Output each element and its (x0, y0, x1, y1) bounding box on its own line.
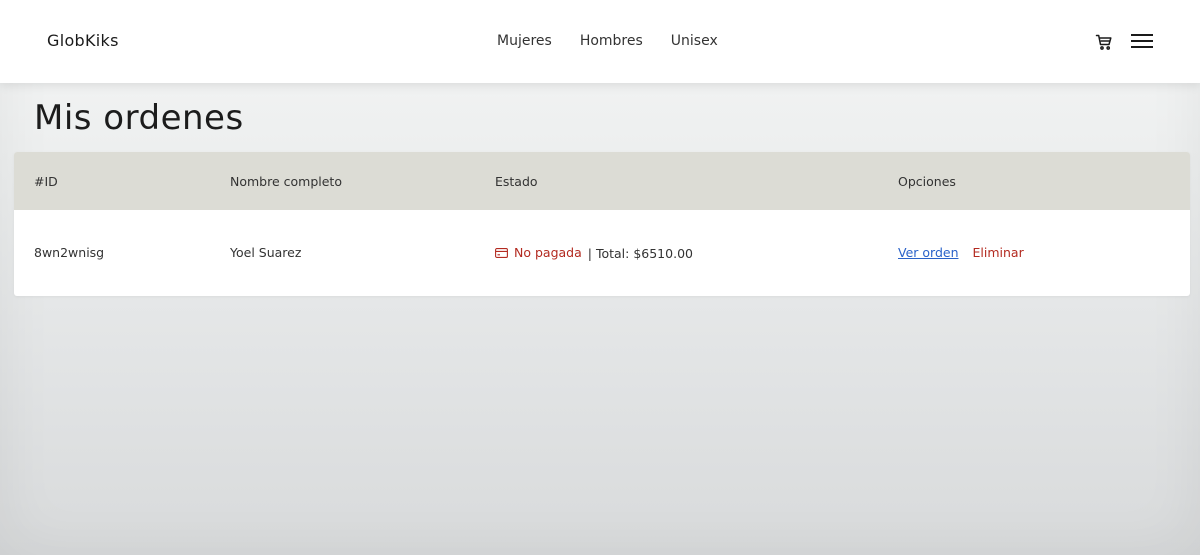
order-total: | Total: $6510.00 (587, 245, 693, 261)
order-customer-name: Yoel Suarez (230, 245, 302, 260)
view-order-link[interactable]: Ver orden (898, 245, 959, 260)
table-row: 8wn2wnisg Yoel Suarez No pagada | Total:… (14, 210, 1190, 296)
credit-card-icon (495, 247, 508, 258)
main-nav: Mujeres Hombres Unisex (497, 33, 718, 49)
top-navbar: GlobKiks Mujeres Hombres Unisex (0, 0, 1200, 83)
order-status-cell: No pagada | Total: $6510.00 (495, 245, 693, 261)
nav-link-hombres[interactable]: Hombres (580, 33, 643, 49)
delete-order-link[interactable]: Eliminar (973, 245, 1024, 260)
hamburger-menu-icon[interactable] (1131, 34, 1153, 48)
table-header: #ID Nombre completo Estado Opciones (14, 152, 1190, 210)
nav-link-unisex[interactable]: Unisex (671, 33, 718, 49)
column-header-options: Opciones (898, 174, 956, 189)
column-header-name: Nombre completo (230, 174, 342, 189)
order-options: Ver orden Eliminar (898, 245, 1024, 260)
page-title: Mis ordenes (34, 98, 244, 138)
cart-icon[interactable] (1095, 33, 1113, 51)
column-header-status: Estado (495, 174, 538, 189)
status-label: No pagada (514, 245, 582, 260)
order-id: 8wn2wnisg (34, 245, 105, 260)
nav-link-mujeres[interactable]: Mujeres (497, 33, 552, 49)
column-header-id: #ID (34, 174, 58, 189)
status-badge: No pagada (495, 245, 582, 260)
brand-logo[interactable]: GlobKiks (47, 31, 119, 50)
orders-table: #ID Nombre completo Estado Opciones 8wn2… (14, 152, 1190, 296)
